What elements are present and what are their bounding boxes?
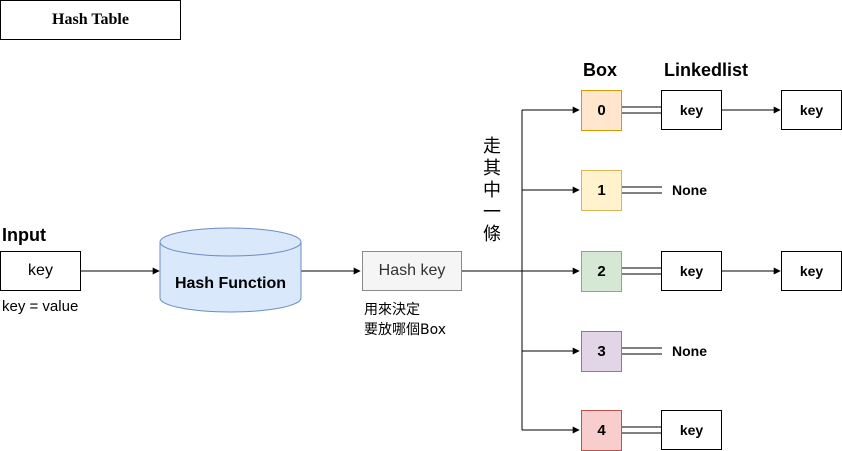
double-link-box-0 [622, 106, 661, 114]
input-caption: key = value [2, 298, 79, 315]
bucket-box-0: 0 [581, 90, 622, 131]
branch-char: 條 [483, 224, 501, 245]
branch-char: 中 [483, 180, 501, 201]
linkedlist-node-2-1: key [781, 251, 842, 291]
hash-key-box: Hash key [362, 251, 462, 291]
branch-char: 走 [483, 136, 501, 157]
linkedlist-node-0-1: key [781, 90, 842, 130]
double-link-box-4 [622, 426, 661, 434]
bucket-box-3: 3 [581, 331, 622, 372]
hash-function-label: Hash Function [174, 275, 287, 292]
none-label-1: None [672, 182, 707, 198]
hash-key-caption-line-1: 用來決定 [364, 302, 420, 318]
double-link-box-1 [622, 186, 662, 194]
double-link-box-2 [622, 267, 661, 275]
linkedlist-column-header: Linkedlist [664, 60, 749, 80]
none-label-3: None [672, 343, 707, 359]
bucket-box-2: 2 [581, 251, 622, 292]
input-key-box: key [0, 251, 81, 291]
linkedlist-node-0-0: key [661, 90, 722, 130]
branch-char: 其 [483, 158, 501, 179]
hash-key-caption-line-2: 要放哪個Box [364, 322, 447, 338]
hash-key-caption: 用來決定 要放哪個Box [364, 300, 446, 340]
linkedlist-node-4-0: key [661, 410, 722, 450]
bucket-box-4: 4 [581, 410, 622, 451]
double-link-box-3 [622, 347, 662, 355]
bucket-box-1: 1 [581, 170, 622, 211]
input-heading: Input [2, 225, 46, 245]
branch-char: 一 [483, 202, 501, 223]
branch-vertical-text: 走 其 中 一 條 [478, 136, 506, 246]
linkedlist-node-2-0: key [661, 251, 722, 291]
box-column-header: Box [583, 60, 618, 80]
page-title: Hash Table [0, 0, 181, 40]
